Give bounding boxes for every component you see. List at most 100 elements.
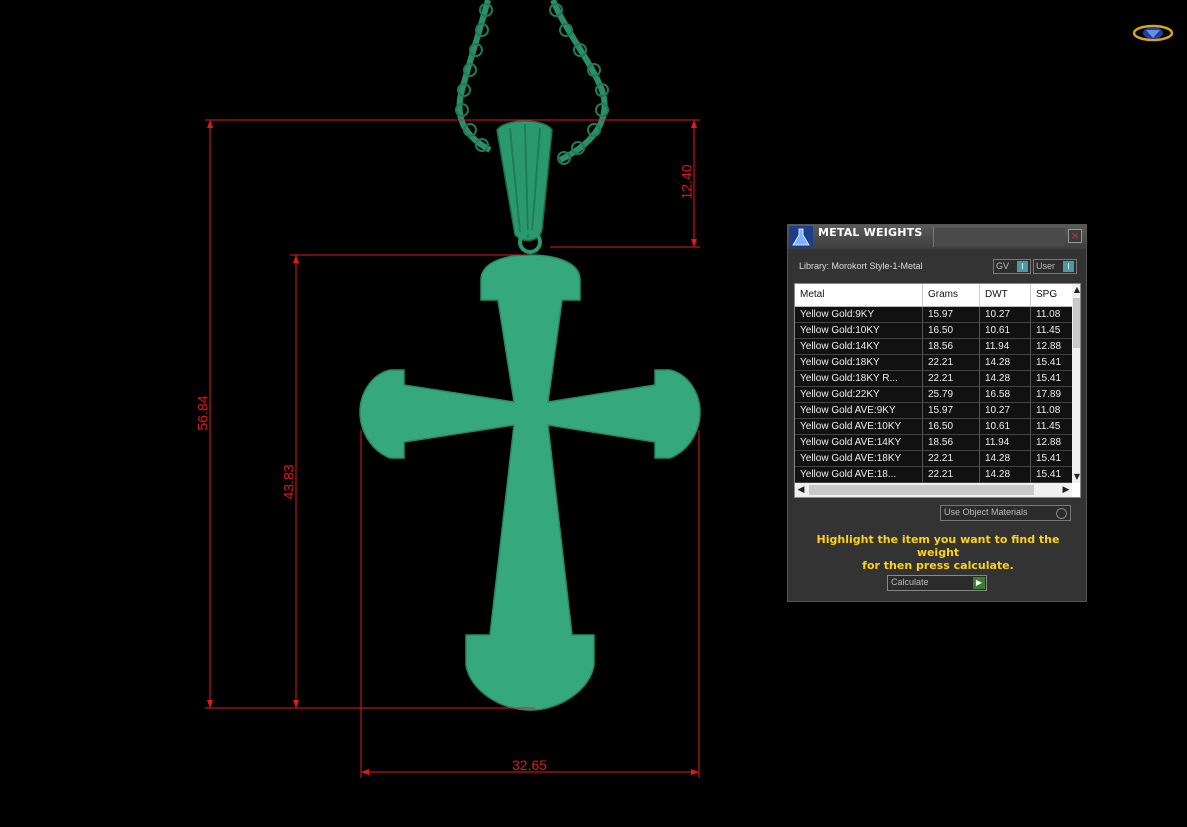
bail	[496, 120, 553, 254]
cell-metal: Yellow Gold AVE:18KY	[795, 451, 923, 467]
cell-grams: 18.56	[923, 339, 980, 355]
cell-grams: 22.21	[923, 355, 980, 371]
title-bar	[935, 228, 1065, 246]
cell-dwt: 14.28	[980, 467, 1031, 483]
dimension-arrows	[207, 120, 699, 775]
hint-line-2: for then press calculate.	[862, 559, 1014, 572]
cell-dwt: 14.28	[980, 451, 1031, 467]
metal-weights-panel: METAL WEIGHTS × Library: Morokort Style-…	[787, 224, 1087, 602]
width-label: 32.65	[512, 757, 548, 773]
radio-icon	[1056, 508, 1067, 519]
user-toggle-label: User	[1036, 261, 1056, 271]
cell-grams: 22.21	[923, 451, 980, 467]
toggle-indicator-icon: I	[1063, 261, 1074, 272]
gv-toggle-label: GV	[996, 261, 1010, 271]
cell-metal: Yellow Gold:9KY	[795, 307, 923, 323]
cell-metal: Yellow Gold:18KY R...	[795, 371, 923, 387]
table-row[interactable]: Yellow Gold:9KY 15.97 10.27 11.08	[795, 307, 1072, 323]
hint-text: Highlight the item you want to find the …	[798, 533, 1078, 572]
horizontal-scroll-thumb[interactable]	[809, 485, 1034, 495]
table-row[interactable]: Yellow Gold AVE:9KY 15.97 10.27 11.08	[795, 403, 1072, 419]
table-row[interactable]: Yellow Gold AVE:10KY 16.50 10.61 11.45	[795, 419, 1072, 435]
cross-height-label: 43.83	[280, 464, 297, 500]
column-header-spg[interactable]: SPG	[1031, 284, 1072, 306]
cross-pendant	[359, 254, 701, 711]
table-row[interactable]: Yellow Gold:22KY 25.79 16.58 17.89	[795, 387, 1072, 403]
table-row[interactable]: Yellow Gold:10KY 16.50 10.61 11.45	[795, 323, 1072, 339]
table-row[interactable]: Yellow Gold:18KY 22.21 14.28 15.41	[795, 355, 1072, 371]
use-object-materials-label: Use Object Materials	[944, 507, 1028, 517]
scroll-left-icon[interactable]: ◀	[795, 483, 807, 497]
panel-title: METAL WEIGHTS	[818, 226, 923, 239]
cell-grams: 22.21	[923, 467, 980, 483]
brand-logo-icon	[1132, 24, 1174, 42]
flask-icon	[789, 226, 813, 248]
cell-dwt: 16.58	[980, 387, 1031, 403]
cell-spg: 11.08	[1036, 309, 1061, 320]
cell-spg: 11.45	[1036, 325, 1061, 336]
scroll-up-icon[interactable]: ▲	[1072, 284, 1080, 296]
column-header-metal[interactable]: Metal	[795, 284, 923, 306]
cell-spg: 15.41	[1036, 357, 1062, 368]
cell-grams: 16.50	[923, 323, 980, 339]
cell-spg: 12.88	[1036, 341, 1062, 352]
toggle-indicator-icon: I	[1017, 261, 1028, 272]
overall-height-label: 56.84	[194, 395, 211, 431]
column-header-dwt[interactable]: DWT	[980, 284, 1031, 306]
cell-metal: Yellow Gold:22KY	[795, 387, 923, 403]
table-row[interactable]: Yellow Gold AVE:14KY 18.56 11.94 12.88	[795, 435, 1072, 451]
hint-line-1: Highlight the item you want to find the …	[816, 533, 1060, 559]
cell-metal: Yellow Gold AVE:14KY	[795, 435, 923, 451]
cell-grams: 16.50	[923, 419, 980, 435]
table-row[interactable]: Yellow Gold:14KY 18.56 11.94 12.88	[795, 339, 1072, 355]
table-body: Yellow Gold:9KY 15.97 10.27 11.08 Yellow Gol…	[795, 307, 1072, 483]
cell-dwt: 10.27	[980, 403, 1031, 419]
cell-dwt: 14.28	[980, 355, 1031, 371]
vertical-scroll-thumb[interactable]	[1073, 298, 1080, 348]
cell-spg: 15.41	[1036, 373, 1062, 384]
cell-spg: 15.41	[1036, 469, 1062, 480]
cell-dwt: 11.94	[980, 435, 1031, 451]
cell-spg: 15.41	[1036, 453, 1062, 464]
cell-dwt: 11.94	[980, 339, 1031, 355]
table-row[interactable]: Yellow Gold AVE:18... 22.21 14.28 15.41	[795, 467, 1072, 483]
cell-metal: Yellow Gold AVE:9KY	[795, 403, 923, 419]
gv-toggle[interactable]: GV I	[993, 259, 1031, 274]
table-row[interactable]: Yellow Gold AVE:18KY 22.21 14.28 15.41	[795, 451, 1072, 467]
column-header-grams[interactable]: Grams	[923, 284, 980, 306]
scroll-right-icon[interactable]: ▶	[1060, 483, 1072, 497]
calculate-label: Calculate	[891, 577, 929, 587]
cell-metal: Yellow Gold AVE:18...	[795, 467, 923, 483]
cell-dwt: 10.27	[980, 307, 1031, 323]
cell-metal: Yellow Gold AVE:10KY	[795, 419, 923, 435]
user-toggle[interactable]: User I	[1033, 259, 1077, 274]
cell-spg: 11.08	[1036, 405, 1061, 416]
cell-dwt: 14.28	[980, 371, 1031, 387]
cell-metal: Yellow Gold:14KY	[795, 339, 923, 355]
horizontal-scrollbar[interactable]: ◀ ▶	[795, 483, 1072, 497]
cell-spg: 11.45	[1036, 421, 1061, 432]
cell-metal: Yellow Gold:10KY	[795, 323, 923, 339]
metal-table[interactable]: Metal Grams DWT SPG Yellow Gold:9KY 15.97…	[794, 283, 1081, 498]
cell-grams: 22.21	[923, 371, 980, 387]
use-object-materials-toggle[interactable]: Use Object Materials	[940, 505, 1071, 521]
cell-grams: 15.97	[923, 307, 980, 323]
cell-dwt: 10.61	[980, 323, 1031, 339]
calculate-button[interactable]: Calculate ▶	[887, 575, 987, 591]
table-row[interactable]: Yellow Gold:18KY R... 22.21 14.28 15.41	[795, 371, 1072, 387]
cell-grams: 15.97	[923, 403, 980, 419]
vertical-scrollbar[interactable]: ▲ ▼	[1072, 284, 1080, 483]
scroll-down-icon[interactable]: ▼	[1072, 471, 1080, 483]
close-button[interactable]: ×	[1068, 229, 1082, 243]
bail-height-label: 12.40	[678, 164, 695, 200]
cell-spg: 17.89	[1036, 389, 1062, 400]
title-separator	[933, 227, 934, 247]
cell-spg: 12.88	[1036, 437, 1062, 448]
library-label: Library: Morokort Style-1-Metal	[799, 261, 923, 271]
cell-metal: Yellow Gold:18KY	[795, 355, 923, 371]
dimension-lines	[205, 119, 700, 778]
cell-grams: 18.56	[923, 435, 980, 451]
panel-header[interactable]: METAL WEIGHTS ×	[788, 225, 1086, 249]
play-icon: ▶	[973, 577, 985, 589]
cell-grams: 25.79	[923, 387, 980, 403]
